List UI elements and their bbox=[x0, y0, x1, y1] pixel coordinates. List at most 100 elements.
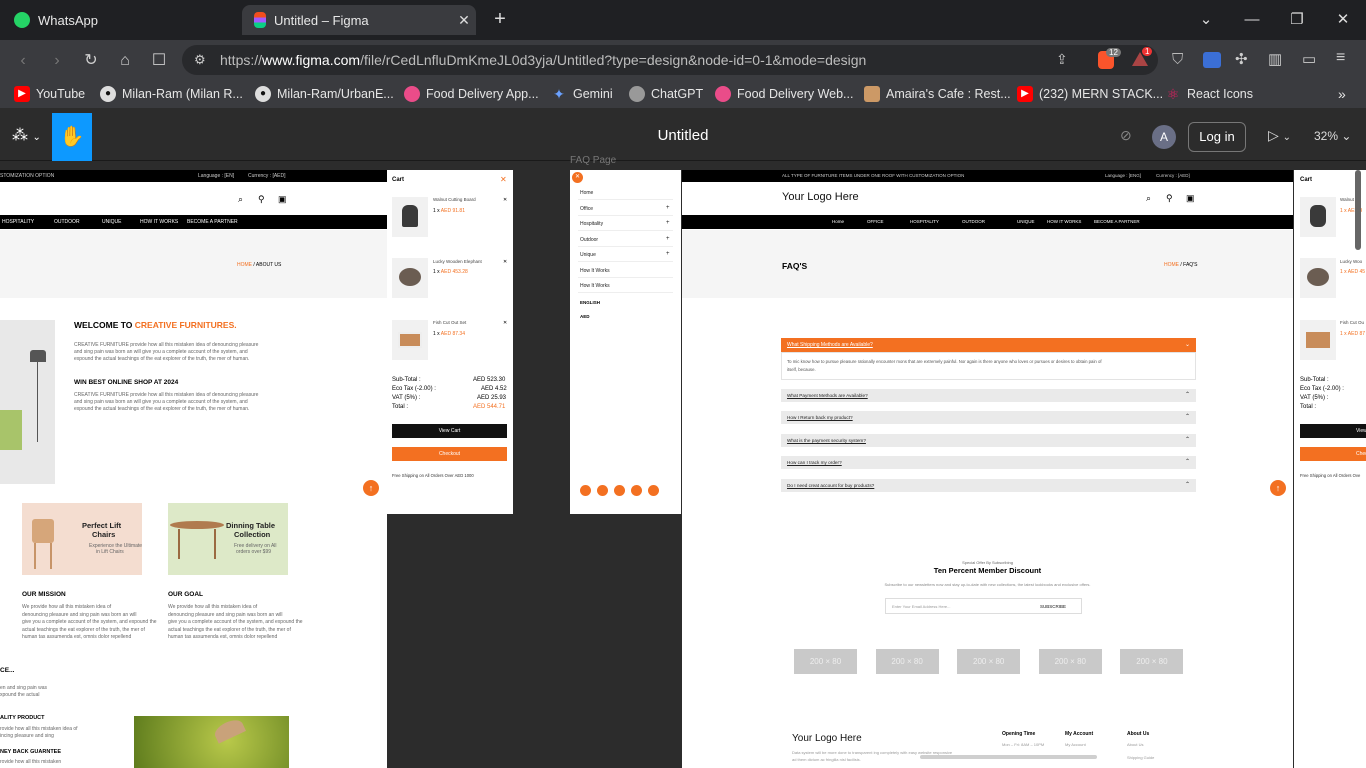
crumb-home[interactable]: HOME bbox=[237, 262, 252, 268]
currency-select[interactable]: Currency : [AED] bbox=[248, 173, 286, 179]
reload-icon[interactable]: ↻ bbox=[80, 50, 102, 72]
bookmark-react-icons[interactable]: ⚛ React Icons bbox=[1165, 85, 1253, 103]
bookmark-github-1[interactable]: ● Milan-Ram (Milan R... bbox=[100, 85, 243, 103]
faq-item[interactable]: How I Return back my product? ⌃ bbox=[781, 411, 1196, 425]
back-icon[interactable]: ‹ bbox=[12, 50, 34, 72]
faq-item-open[interactable]: What Shipping Methods are Available? ⌄ bbox=[781, 338, 1196, 352]
plus-icon[interactable]: + bbox=[666, 236, 670, 242]
sidebar-icon[interactable]: ▥ bbox=[1268, 50, 1282, 68]
horizontal-scrollbar[interactable] bbox=[920, 755, 1097, 759]
menu-item[interactable]: Hospitality bbox=[580, 221, 603, 227]
crumb-home[interactable]: HOME bbox=[1164, 262, 1179, 268]
vertical-scrollbar[interactable] bbox=[1355, 170, 1361, 250]
user-icon[interactable]: ⚲ bbox=[258, 194, 265, 205]
nav-item[interactable]: OUTDOOR bbox=[962, 219, 985, 224]
canvas[interactable]: FAQ Page STOMIZATION OPTION Language : [… bbox=[0, 155, 1366, 768]
nav-item[interactable]: Home bbox=[832, 219, 844, 224]
cart-frame-partial[interactable]: Cart Walnut Cu 1 x AED 9 Lucky Woo 1 x A… bbox=[1294, 170, 1366, 768]
plus-icon[interactable]: + bbox=[666, 251, 670, 257]
nav-item[interactable]: BECOME A PARTNER bbox=[187, 219, 238, 225]
extensions-puzzle-icon[interactable]: ✣ bbox=[1235, 50, 1248, 68]
language-select[interactable]: ENGLISH bbox=[580, 300, 600, 305]
menu-frame[interactable]: ✕ Home Office + Hospitality + Outdoor + Unique +… bbox=[570, 170, 681, 514]
avatar[interactable]: A bbox=[1152, 125, 1176, 149]
url-field[interactable]: ⚙ https://www.figma.com/file/rCedLnfluDm… bbox=[182, 45, 1158, 75]
cart-frame[interactable]: Cart ✕ Walnut Cutting Board 1 x AED 91.8… bbox=[387, 170, 513, 514]
bookmark-youtube[interactable]: ▶ YouTube bbox=[14, 85, 85, 103]
faq-item[interactable]: What is the payment security system? ⌃ bbox=[781, 433, 1196, 447]
nav-item[interactable]: UNIQUE bbox=[102, 219, 121, 225]
remove-icon[interactable]: ✕ bbox=[503, 320, 507, 326]
checkout-button[interactable]: Checko bbox=[1300, 447, 1366, 461]
extension-icon[interactable] bbox=[1203, 52, 1221, 68]
nav-item[interactable]: BECOME A PARTNER bbox=[1094, 219, 1140, 224]
nav-item[interactable]: HOW IT WORKS bbox=[140, 219, 178, 225]
currency-select[interactable]: Currency : [AED] bbox=[1156, 173, 1190, 178]
about-page-frame[interactable]: STOMIZATION OPTION Language : [EN] Curre… bbox=[0, 170, 387, 768]
cart-icon[interactable]: ▣ bbox=[278, 194, 287, 205]
nav-item[interactable]: HOW IT WORKS bbox=[1047, 219, 1081, 224]
checkout-button[interactable]: Checkout bbox=[392, 447, 507, 461]
language-select[interactable]: Language : [EN] bbox=[198, 173, 234, 179]
bookmark-github-2[interactable]: ● Milan-Ram/UrbanE... bbox=[255, 85, 394, 103]
plus-icon[interactable]: + bbox=[666, 220, 670, 226]
nav-item[interactable]: HOSPITALITY bbox=[910, 219, 939, 224]
new-tab-button[interactable]: + bbox=[488, 8, 512, 32]
language-select[interactable]: Language : [ENG] bbox=[1105, 173, 1141, 178]
facebook-icon[interactable] bbox=[580, 485, 591, 496]
home-icon[interactable]: ⌂ bbox=[114, 50, 136, 72]
vpn-icon[interactable]: ⛉ bbox=[1172, 51, 1183, 68]
bookmark-gemini[interactable]: ✦ Gemini bbox=[551, 85, 612, 103]
view-cart-button[interactable]: View Ca bbox=[1300, 424, 1366, 448]
faq-item[interactable]: What Payment Methods are Available? ⌃ bbox=[781, 389, 1196, 402]
plus-icon[interactable]: + bbox=[666, 205, 670, 211]
subscribe-button[interactable]: SUBSCRIBE bbox=[1040, 604, 1066, 609]
frame-label[interactable]: FAQ Page bbox=[570, 155, 616, 166]
nav-item[interactable]: OUTDOOR bbox=[54, 219, 80, 225]
scroll-top-button[interactable]: ↑ bbox=[363, 480, 379, 496]
view-cart-button[interactable]: View Cart bbox=[392, 424, 507, 438]
forward-icon[interactable]: › bbox=[46, 50, 68, 72]
bookmark-mern[interactable]: ▶ (232) MERN STACK... bbox=[1017, 85, 1163, 103]
menu-item[interactable]: Office bbox=[580, 206, 593, 212]
close-icon[interactable]: ✕ bbox=[500, 175, 507, 184]
twitter-icon[interactable] bbox=[597, 485, 608, 496]
remove-icon[interactable]: ✕ bbox=[503, 197, 507, 203]
faq-item[interactable]: Do I need creat account for buy products… bbox=[781, 478, 1196, 492]
bookmark-amaira[interactable]: Amaira's Cafe : Rest... bbox=[864, 85, 1011, 103]
faq-page-frame[interactable]: ALL TYPE OF FURNITURE ITEMS UNDER ONE RO… bbox=[682, 170, 1293, 768]
cart-icon[interactable]: ▣ bbox=[1186, 193, 1195, 204]
tab-search-icon[interactable]: ⌄ bbox=[1190, 6, 1222, 34]
footer-link[interactable]: About Us bbox=[1127, 742, 1143, 747]
bookmark-chatgpt[interactable]: ChatGPT bbox=[629, 85, 703, 103]
currency-select[interactable]: AED bbox=[580, 314, 590, 319]
footer-link[interactable]: Shipping Guide bbox=[1127, 755, 1154, 760]
footer-link[interactable]: My Account bbox=[1065, 742, 1086, 747]
youtube-icon[interactable] bbox=[631, 485, 642, 496]
nav-item[interactable]: OFFICE bbox=[867, 219, 884, 224]
search-icon[interactable]: ⌕ bbox=[238, 194, 243, 205]
minimize-button[interactable]: — bbox=[1236, 6, 1268, 34]
nav-item[interactable]: UNIQUE bbox=[1017, 219, 1035, 224]
logo[interactable]: Your Logo Here bbox=[782, 191, 859, 203]
remove-icon[interactable]: ✕ bbox=[503, 259, 507, 265]
dining-table-card[interactable]: Dinning Table Collection Free delivery o… bbox=[168, 503, 288, 575]
wallet-icon[interactable]: ▭ bbox=[1302, 50, 1316, 68]
menu-item[interactable]: Outdoor bbox=[580, 237, 598, 243]
menu-item[interactable]: How It Works bbox=[580, 268, 610, 274]
user-icon[interactable]: ⚲ bbox=[1166, 193, 1173, 204]
bookmark-dribbble-2[interactable]: Food Delivery Web... bbox=[715, 85, 853, 103]
menu-item[interactable]: Home bbox=[580, 190, 593, 196]
tab-whatsapp[interactable]: WhatsApp bbox=[6, 5, 236, 35]
share-icon[interactable]: ⇪ bbox=[1056, 51, 1068, 68]
scroll-top-button[interactable]: ↑ bbox=[1270, 480, 1286, 496]
lift-chairs-card[interactable]: Perfect Lift Chairs Experience the Ultim… bbox=[22, 503, 142, 575]
present-button[interactable]: ▷ ⌄ bbox=[1268, 127, 1291, 144]
bookmark-dribbble-1[interactable]: Food Delivery App... bbox=[404, 85, 539, 103]
instagram-icon[interactable] bbox=[648, 485, 659, 496]
close-tab-icon[interactable]: ✕ bbox=[452, 12, 476, 29]
faq-item[interactable]: How can I track my order? ⌃ bbox=[781, 456, 1196, 470]
bookmark-icon[interactable]: ☐ bbox=[148, 50, 170, 72]
nav-item[interactable]: HOSPITALITY bbox=[2, 219, 34, 225]
search-icon[interactable]: ⌕ bbox=[1146, 193, 1151, 204]
